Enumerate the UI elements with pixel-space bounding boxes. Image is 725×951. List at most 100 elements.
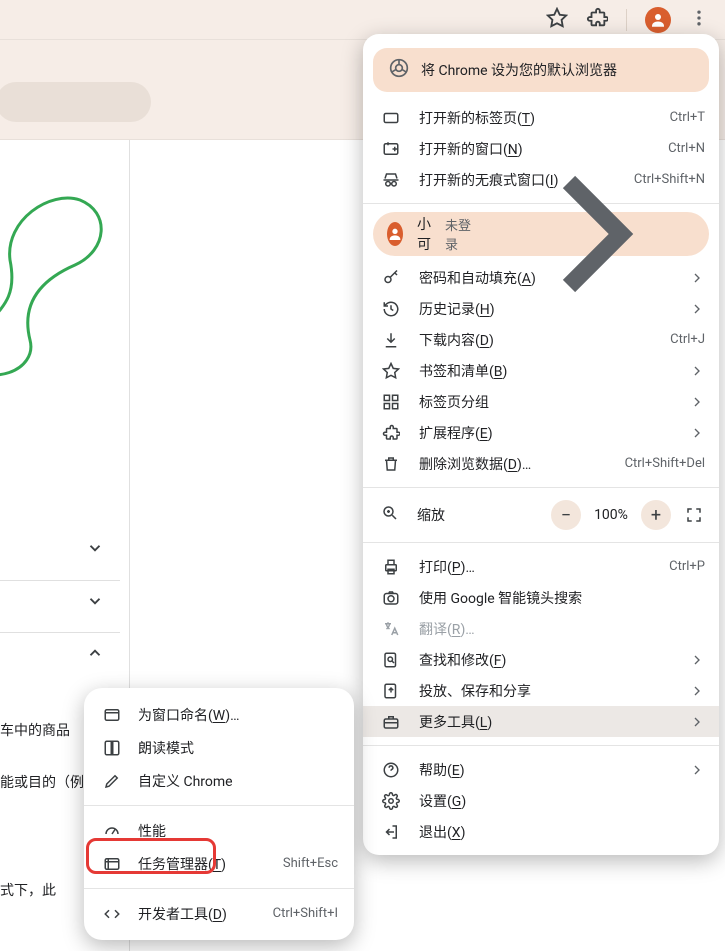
decorative-squiggle [0, 170, 130, 410]
chevron-down-icon [86, 539, 104, 557]
menu-label: 删除浏览数据(D)… [419, 454, 607, 474]
divider [84, 805, 354, 806]
login-status: 未登录 [445, 215, 471, 253]
menu-label: 帮助(E) [419, 760, 671, 780]
exit-icon [381, 822, 401, 842]
bg-text: 式下，此 [0, 878, 84, 905]
profile-row[interactable]: 小可 未登录 [373, 212, 709, 256]
gear-icon [381, 791, 401, 811]
divider [363, 542, 719, 543]
zoom-out-button[interactable]: − [551, 500, 581, 530]
chevron-right-icon [689, 270, 705, 286]
window-icon [102, 705, 122, 725]
task-icon [102, 854, 122, 874]
toolbox-icon [381, 712, 401, 732]
submenu-customize[interactable]: 自定义 Chrome [84, 764, 354, 797]
menu-label: 书签和清单(B) [419, 361, 671, 381]
default-browser-banner[interactable]: 将 Chrome 设为您的默认浏览器 [373, 48, 709, 92]
menu-label: 自定义 Chrome [138, 771, 338, 791]
cast-icon [381, 681, 401, 701]
menu-label: 历史记录(H) [419, 299, 671, 319]
menu-label: 标签页分组 [419, 392, 671, 412]
zoom-icon [381, 504, 399, 526]
fullscreen-button[interactable] [679, 500, 709, 530]
menu-bookmarks[interactable]: 书签和清单(B) [363, 355, 719, 386]
download-icon [381, 330, 401, 350]
extension-icon[interactable] [586, 7, 608, 33]
menu-label: 退出(X) [419, 822, 705, 842]
chevron-right-icon [689, 425, 705, 441]
menu-clear-data[interactable]: 删除浏览数据(D)… Ctrl+Shift+Del [363, 448, 719, 479]
menu-label: 查找和修改(F) [419, 650, 671, 670]
menu-more-tools[interactable]: 更多工具(L) [363, 706, 719, 737]
accelerator: Ctrl+T [670, 110, 705, 125]
incognito-icon [381, 170, 401, 190]
accelerator: Ctrl+Shift+Del [625, 456, 705, 471]
menu-extensions[interactable]: 扩展程序(E) [363, 417, 719, 448]
accordion-row[interactable] [0, 580, 120, 620]
submenu-task-manager[interactable]: 任务管理器(T) Shift+Esc [84, 847, 354, 880]
chevron-right-icon [689, 762, 705, 778]
zoom-in-button[interactable]: + [641, 500, 671, 530]
chevron-right-icon [689, 652, 705, 668]
history-icon [381, 299, 401, 319]
accordion-row[interactable] [0, 528, 120, 568]
banner-text: 将 Chrome 设为您的默认浏览器 [421, 60, 617, 80]
menu-print[interactable]: 打印(P)… Ctrl+P [363, 551, 719, 582]
menu-lens[interactable]: 使用 Google 智能镜头搜索 [363, 582, 719, 613]
key-icon [381, 268, 401, 288]
translate-icon [381, 619, 401, 639]
divider [84, 888, 354, 889]
profile-avatar[interactable] [645, 7, 671, 33]
accelerator: Ctrl+P [669, 559, 705, 574]
menu-label: 更多工具(L) [419, 712, 671, 732]
divider [363, 487, 719, 488]
menu-cast[interactable]: 投放、保存和分享 [363, 675, 719, 706]
separator [626, 9, 627, 31]
submenu-performance[interactable]: 性能 [84, 814, 354, 847]
bg-text: 能或目的（例 [0, 770, 84, 797]
menu-new-tab[interactable]: 打开新的标签页(T) Ctrl+T [363, 102, 719, 133]
accelerator: Shift+Esc [283, 856, 338, 871]
accelerator: Ctrl+Shift+I [273, 906, 338, 921]
submenu-name-window[interactable]: 为窗口命名(W)… [84, 698, 354, 731]
background-pill [0, 82, 151, 122]
grid-icon [381, 392, 401, 412]
menu-label: 开发者工具(D) [138, 904, 257, 924]
menu-find[interactable]: 查找和修改(F) [363, 644, 719, 675]
help-icon [381, 760, 401, 780]
menu-label: 设置(G) [419, 791, 705, 811]
menu-label: 扩展程序(E) [419, 423, 671, 443]
menu-label: 翻译(R)… [419, 619, 705, 639]
chevron-right-icon [689, 363, 705, 379]
menu-label: 下载内容(D) [419, 330, 652, 350]
book-icon [102, 738, 122, 758]
tab-icon [381, 108, 401, 128]
menu-label: 打印(P)… [419, 557, 651, 577]
lens-icon [381, 588, 401, 608]
menu-label: 为窗口命名(W)… [138, 705, 338, 725]
menu-zoom: 缩放 − 100% + [363, 496, 719, 534]
find-icon [381, 650, 401, 670]
menu-help[interactable]: 帮助(E) [363, 754, 719, 785]
extension-icon [381, 423, 401, 443]
menu-label: 投放、保存和分享 [419, 681, 671, 701]
menu-label: 密码和自动填充(A) [419, 268, 671, 288]
profile-icon [387, 222, 403, 246]
submenu-dev-tools[interactable]: 开发者工具(D) Ctrl+Shift+I [84, 897, 354, 930]
bg-text: 车中的商品 [0, 718, 82, 745]
chrome-main-menu: 将 Chrome 设为您的默认浏览器 打开新的标签页(T) Ctrl+T 打开新… [363, 34, 719, 855]
kebab-menu-icon[interactable] [689, 8, 709, 32]
code-icon [102, 904, 122, 924]
star-icon[interactable] [546, 7, 568, 33]
window-icon [381, 139, 401, 159]
menu-tab-groups[interactable]: 标签页分组 [363, 386, 719, 417]
menu-translate[interactable]: 翻译(R)… [363, 613, 719, 644]
chevron-right-icon [689, 301, 705, 317]
accordion-row[interactable] [0, 632, 120, 672]
menu-settings[interactable]: 设置(G) [363, 785, 719, 816]
star-icon [381, 361, 401, 381]
submenu-read-mode[interactable]: 朗读模式 [84, 731, 354, 764]
menu-exit[interactable]: 退出(X) [363, 816, 719, 847]
chevron-right-icon [689, 683, 705, 699]
